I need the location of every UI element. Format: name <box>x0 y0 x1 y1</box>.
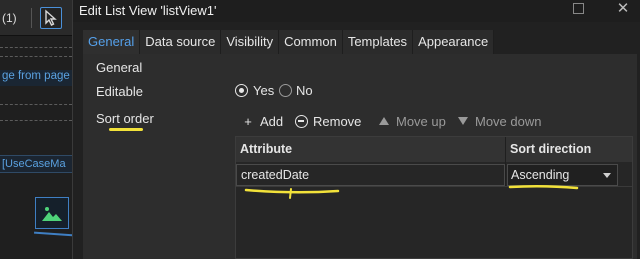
close-icon[interactable]: ✕ <box>613 0 633 18</box>
select-tool-button[interactable] <box>40 7 62 29</box>
canvas-usecase-widget[interactable]: [UseCaseMa <box>0 155 76 173</box>
toolbar-divider <box>31 8 32 28</box>
background-ide-canvas: (1) ge from page p [UseCaseMa <box>0 0 76 259</box>
tab-general[interactable]: General <box>83 30 141 54</box>
canvas-guide-line <box>0 47 72 48</box>
tab-templates[interactable]: Templates <box>342 30 414 54</box>
tab-data-source[interactable]: Data source <box>140 30 222 54</box>
ide-toolbar: (1) <box>0 0 76 36</box>
dialog-titlebar: Edit List View 'listView1' ✕ <box>73 0 640 22</box>
image-placeholder-icon <box>42 207 62 221</box>
tab-appearance[interactable]: Appearance <box>413 30 495 54</box>
cursor-icon <box>45 9 57 26</box>
general-tab-panel: General Editable Yes No Sort order + Add… <box>83 54 637 259</box>
dialog-title: Edit List View 'listView1' <box>79 3 217 18</box>
canvas-guide-line <box>0 120 72 121</box>
highlight-annotation <box>244 184 579 199</box>
canvas-guide-line <box>0 56 72 57</box>
annotation-mark <box>33 231 75 237</box>
canvas-link-widget[interactable]: ge from page p <box>0 70 76 86</box>
edit-list-view-dialog: Edit List View 'listView1' ✕ General Dat… <box>72 0 640 259</box>
tab-visibility[interactable]: Visibility <box>221 30 280 54</box>
canvas-image-widget[interactable] <box>35 197 69 229</box>
canvas-guide-line <box>0 104 72 105</box>
dialog-tabs: General Data source Visibility Common Te… <box>83 30 495 54</box>
tab-common[interactable]: Common <box>279 30 343 54</box>
maximize-icon[interactable] <box>573 3 584 14</box>
selection-count: (1) <box>2 11 17 25</box>
